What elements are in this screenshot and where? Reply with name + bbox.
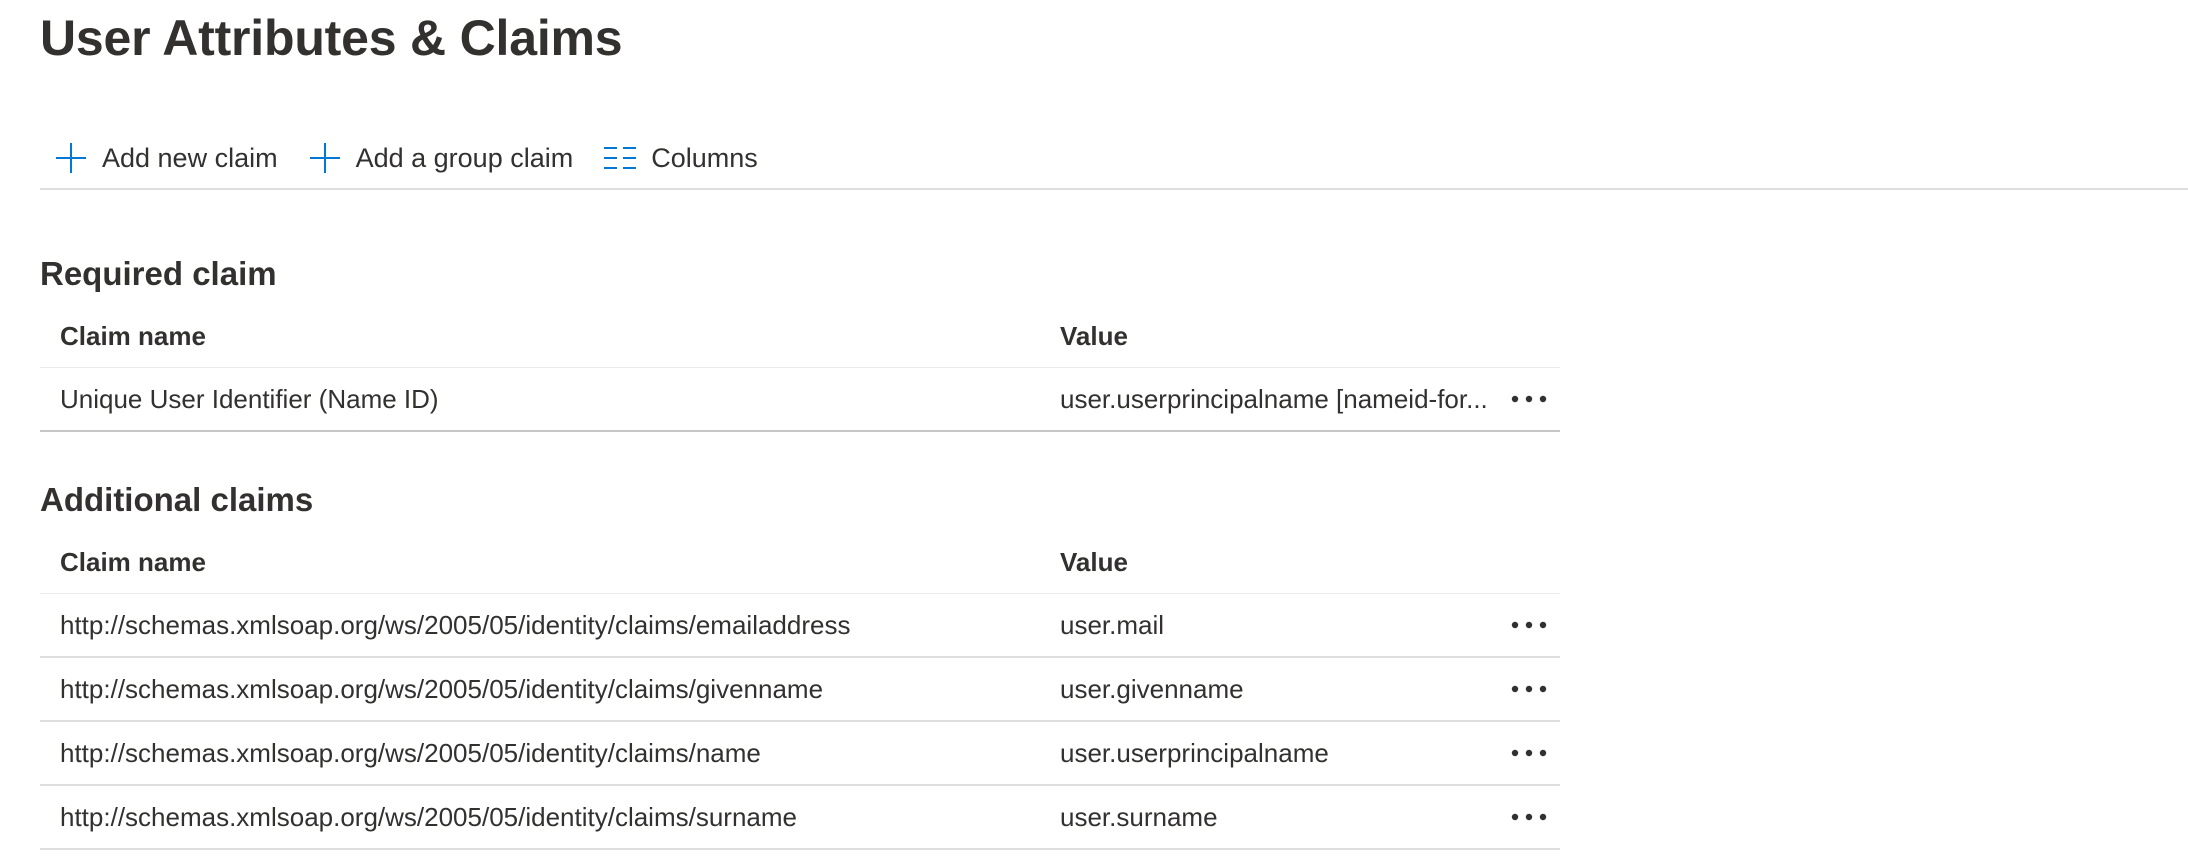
- more-options-button[interactable]: [1502, 669, 1556, 709]
- columns-icon: [603, 141, 637, 175]
- add-group-claim-button[interactable]: Add a group claim: [294, 130, 590, 186]
- add-new-claim-button[interactable]: Add new claim: [40, 130, 294, 186]
- required-claims-table: Claim name Value Unique User Identifier …: [40, 306, 1560, 432]
- table-row[interactable]: http://schemas.xmlsoap.org/ws/2005/05/id…: [40, 658, 1560, 722]
- claim-value: user.userprincipalname [nameid-for...: [1060, 383, 1488, 414]
- claim-name-column-header: Claim name: [60, 321, 206, 351]
- plus-icon: [54, 141, 88, 175]
- claim-name: Unique User Identifier (Name ID): [60, 383, 439, 414]
- more-options-icon: [1511, 685, 1547, 693]
- value-column-header: Value: [1060, 547, 1128, 577]
- claim-value: user.userprincipalname: [1060, 737, 1329, 768]
- more-options-icon: [1511, 395, 1547, 403]
- more-options-button[interactable]: [1502, 733, 1556, 773]
- more-options-icon: [1511, 621, 1547, 629]
- more-options-button[interactable]: [1502, 797, 1556, 837]
- table-row[interactable]: http://schemas.xmlsoap.org/ws/2005/05/id…: [40, 786, 1560, 850]
- plus-icon: [308, 141, 342, 175]
- additional-claims-heading: Additional claims: [40, 481, 314, 518]
- claim-value: user.givenname: [1060, 673, 1244, 704]
- command-bar: Add new claim Add a group claim Columns: [40, 128, 2188, 190]
- claim-value: user.mail: [1060, 609, 1165, 640]
- value-column-header: Value: [1060, 321, 1128, 351]
- claim-name: http://schemas.xmlsoap.org/ws/2005/05/id…: [60, 737, 761, 768]
- add-new-claim-label: Add new claim: [102, 142, 278, 173]
- table-header: Claim name Value: [40, 532, 1560, 594]
- add-group-claim-label: Add a group claim: [355, 142, 574, 173]
- claim-name: http://schemas.xmlsoap.org/ws/2005/05/id…: [60, 801, 798, 832]
- table-header: Claim name Value: [40, 306, 1560, 368]
- more-options-icon: [1511, 749, 1547, 757]
- more-options-icon: [1511, 813, 1547, 821]
- table-row[interactable]: http://schemas.xmlsoap.org/ws/2005/05/id…: [40, 594, 1560, 658]
- table-row[interactable]: Unique User Identifier (Name ID) user.us…: [40, 368, 1560, 432]
- claim-name: http://schemas.xmlsoap.org/ws/2005/05/id…: [60, 673, 824, 704]
- more-options-button[interactable]: [1502, 605, 1556, 645]
- required-claim-heading: Required claim: [40, 255, 277, 292]
- claim-name-column-header: Claim name: [60, 547, 206, 577]
- columns-label: Columns: [651, 142, 758, 173]
- page-title: User Attributes & Claims: [40, 10, 623, 66]
- additional-claims-table: Claim name Value http://schemas.xmlsoap.…: [40, 532, 1560, 850]
- claim-value: user.surname: [1060, 801, 1218, 832]
- columns-button[interactable]: Columns: [589, 130, 774, 186]
- table-row[interactable]: http://schemas.xmlsoap.org/ws/2005/05/id…: [40, 722, 1560, 786]
- more-options-button[interactable]: [1502, 379, 1556, 419]
- claim-name: http://schemas.xmlsoap.org/ws/2005/05/id…: [60, 609, 851, 640]
